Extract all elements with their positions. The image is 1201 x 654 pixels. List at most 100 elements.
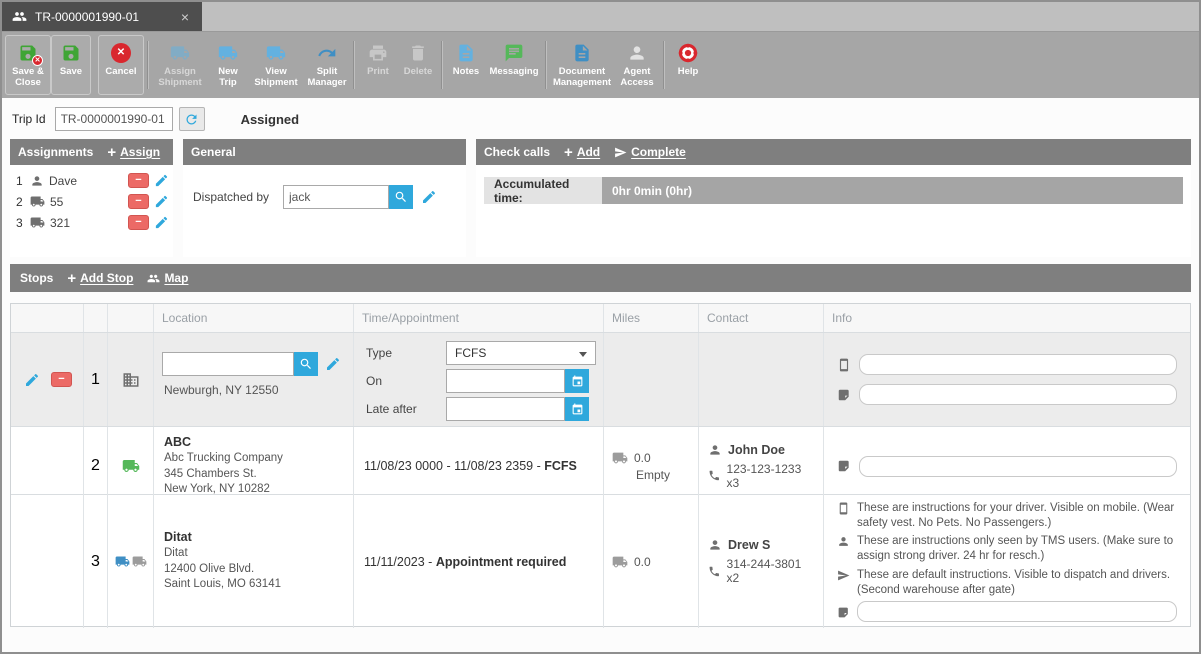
agent-access-label: Agent Access (617, 67, 657, 89)
tab-trip[interactable]: TR-0000001990-01 × (2, 2, 202, 31)
document-management-button[interactable]: Document Management (550, 35, 614, 95)
toolbar-separator (441, 41, 443, 89)
add-check-call-link[interactable]: +Add (564, 145, 600, 160)
cancel-button[interactable]: ✕ Cancel (98, 35, 144, 95)
stops-table: Location Time/Appointment Miles Contact … (10, 303, 1191, 627)
remove-assignment-button[interactable]: − (128, 173, 149, 188)
dispatched-by-label: Dispatched by (193, 190, 283, 204)
search-icon (394, 190, 408, 204)
check-calls-panel: Check calls +Add Complete Accumulated ti… (476, 139, 1191, 257)
tab-title: TR-0000001990-01 (35, 10, 170, 24)
stop-row-3: 3 Ditat Ditat 12400 Olive Blvd. Saint Lo… (11, 494, 1190, 626)
trip-id-input[interactable] (55, 107, 173, 131)
contact-name: John Doe (728, 443, 785, 457)
time-type: FCFS (544, 459, 577, 473)
location-address: 345 Chambers St. (164, 467, 343, 483)
delete-button[interactable]: Delete (398, 35, 438, 95)
close-badge-icon: ✕ (32, 55, 43, 66)
edit-assignment-button[interactable] (154, 215, 169, 230)
time-text: 11/08/23 0000 - 11/08/23 2359 - (364, 459, 541, 473)
contact-name: Drew S (728, 538, 770, 552)
on-calendar-button[interactable] (565, 369, 589, 393)
stops-title: Stops (20, 271, 53, 285)
print-button[interactable]: Print (358, 35, 398, 95)
notes-button[interactable]: Notes (446, 35, 486, 95)
location-search-input[interactable] (162, 352, 294, 376)
refresh-icon (184, 112, 199, 127)
edit-assignment-button[interactable] (154, 194, 169, 209)
remove-assignment-button[interactable]: − (128, 194, 149, 209)
tab-close-icon[interactable]: × (178, 9, 192, 25)
time-text: 11/11/2023 - (364, 555, 432, 569)
note-input[interactable] (859, 384, 1177, 405)
late-after-calendar-button[interactable] (565, 397, 589, 421)
assign-shipment-button[interactable]: Assign Shipment (152, 35, 208, 95)
trip-window: TR-0000001990-01 × ✕ Save & Close Save ✕… (0, 0, 1201, 654)
toolbar-separator (353, 41, 355, 89)
on-label: On (366, 374, 446, 388)
refresh-button[interactable] (179, 107, 205, 131)
assignment-number: 2 (16, 195, 25, 209)
building-icon (122, 371, 140, 389)
late-after-date-input[interactable] (446, 397, 565, 421)
remove-assignment-button[interactable]: − (128, 215, 149, 230)
save-label: Save (60, 67, 82, 78)
dispatcher-search-button[interactable] (389, 185, 413, 209)
info-column-header: Info (823, 304, 1190, 332)
toolbar-separator (545, 41, 547, 89)
truck-icon (132, 554, 147, 569)
cancel-label: Cancel (105, 67, 136, 78)
save-close-button[interactable]: ✕ Save & Close (5, 35, 51, 95)
location-address: 12400 Olive Blvd. (164, 562, 343, 578)
edit-dispatcher-button[interactable] (421, 189, 437, 205)
info-cell (823, 333, 1190, 426)
edit-location-button[interactable] (325, 356, 341, 372)
contact-phone: 123-123-1233 x3 (727, 462, 814, 490)
stop-row-1: − 1 Newburgh, NY 12550 Type FCFS (11, 332, 1190, 426)
on-date-input[interactable] (446, 369, 565, 393)
location-column-header: Location (153, 304, 353, 332)
stops-table-header: Location Time/Appointment Miles Contact … (11, 304, 1190, 332)
note-input[interactable] (859, 456, 1177, 477)
toolbar-separator (663, 41, 665, 89)
print-label: Print (367, 67, 389, 78)
late-after-label: Late after (366, 402, 446, 416)
help-button[interactable]: Help (668, 35, 708, 95)
assignment-number: 3 (16, 216, 25, 230)
stop-number: 2 (83, 427, 107, 506)
new-trip-button[interactable]: New Trip (208, 35, 248, 95)
remove-stop-button[interactable]: − (51, 372, 72, 387)
pencil-icon (154, 173, 169, 188)
accumulated-time-label: Accumulated time: (484, 177, 602, 204)
location-search-button[interactable] (294, 352, 318, 376)
mobile-icon (837, 502, 850, 515)
complete-check-call-link[interactable]: Complete (614, 145, 686, 159)
driver-instructions-input[interactable] (859, 354, 1177, 375)
assign-link[interactable]: +Assign (107, 145, 160, 160)
assignments-title: Assignments (18, 145, 93, 159)
edit-assignment-button[interactable] (154, 173, 169, 188)
send-icon (837, 569, 850, 582)
trailer-icon (30, 215, 45, 230)
add-stop-link[interactable]: +Add Stop (67, 271, 133, 286)
view-shipment-button[interactable]: View Shipment (248, 35, 304, 95)
miles-value: 0.0 (634, 555, 651, 569)
notes-icon (456, 41, 476, 65)
edit-stop-button[interactable] (24, 372, 40, 388)
search-icon (299, 357, 313, 371)
messaging-button[interactable]: Messaging (486, 35, 542, 95)
dispatched-by-input[interactable] (283, 185, 389, 209)
agent-access-button[interactable]: Agent Access (614, 35, 660, 95)
save-button[interactable]: Save (51, 35, 91, 95)
print-icon (368, 41, 388, 65)
appointment-type-select[interactable]: FCFS (446, 341, 596, 365)
location-address: Ditat (164, 546, 343, 562)
note-input[interactable] (857, 601, 1177, 622)
stop-type-icon-cell (107, 333, 153, 426)
map-link[interactable]: Map (147, 271, 188, 285)
assignments-panel: Assignments +Assign 1 Dave − 2 55 − (10, 139, 173, 257)
driver-icon (30, 174, 44, 188)
icon-column-header (107, 304, 153, 332)
split-manager-button[interactable]: Split Manager (304, 35, 350, 95)
miles-value: 0.0 (634, 451, 651, 465)
